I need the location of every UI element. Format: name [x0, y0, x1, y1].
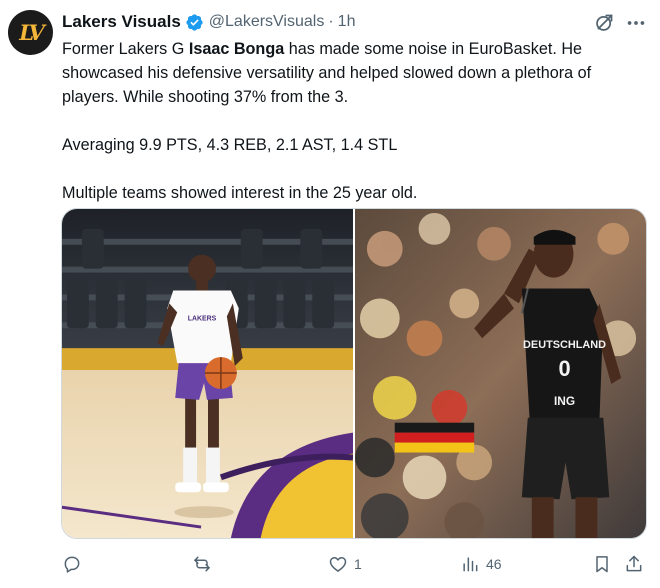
avatar[interactable]: LV	[8, 10, 53, 55]
reply-icon	[64, 556, 80, 573]
action-bar: 1 46	[0, 550, 660, 578]
separator-dot: ·	[328, 13, 334, 30]
jersey-text-lakers: LAKERS	[188, 315, 217, 322]
views-button[interactable]: 46	[460, 550, 502, 578]
photo-eurobasket-game[interactable]: DEUTSCHLAND 0 ING	[355, 209, 646, 538]
more-icon[interactable]	[625, 12, 647, 34]
bookmark-button[interactable]	[592, 550, 612, 578]
post-time[interactable]: 1h	[338, 13, 356, 31]
tweet-paragraph-3: Multiple teams showed interest in the 25…	[62, 184, 418, 202]
repost-icon	[194, 556, 210, 572]
verified-badge-icon	[186, 13, 203, 31]
tweet-header: Lakers Visuals @LakersVisuals · 1h	[62, 11, 355, 33]
avatar-logo: LV	[19, 20, 45, 45]
media-grid: LAKERS DEUTSCHLAND 0 ING	[61, 208, 647, 539]
reply-button[interactable]	[62, 550, 88, 578]
tweet-text: Former Lakers G Isaac Bonga has made som…	[62, 37, 652, 205]
jersey-text-deutschland: DEUTSCHLAND	[523, 339, 606, 351]
author-display-name[interactable]: Lakers Visuals	[62, 12, 181, 32]
like-count: 1	[354, 556, 362, 572]
grok-icon[interactable]	[594, 12, 615, 33]
views-icon	[463, 557, 478, 572]
tweet-paragraph-2: Averaging 9.9 PTS, 4.3 REB, 2.1 AST, 1.4…	[62, 136, 398, 154]
tweet-paragraph-1: Former Lakers G Isaac Bonga has made som…	[62, 37, 652, 109]
like-icon	[329, 557, 347, 572]
share-button[interactable]	[624, 550, 644, 578]
share-icon	[626, 555, 642, 572]
like-button[interactable]: 1	[328, 550, 362, 578]
repost-button[interactable]	[192, 550, 218, 578]
text-prefix: Former Lakers G	[62, 40, 189, 58]
photo-practice-court[interactable]: LAKERS	[62, 209, 353, 538]
views-count: 46	[486, 556, 502, 572]
tweet: LV Lakers Visuals @LakersVisuals · 1h Fo…	[0, 0, 660, 588]
jersey-sponsor: ING	[554, 394, 575, 408]
author-handle[interactable]: @LakersVisuals	[209, 13, 325, 31]
bookmark-icon	[596, 556, 608, 573]
jersey-number: 0	[558, 356, 570, 381]
player-name: Isaac Bonga	[188, 40, 285, 58]
